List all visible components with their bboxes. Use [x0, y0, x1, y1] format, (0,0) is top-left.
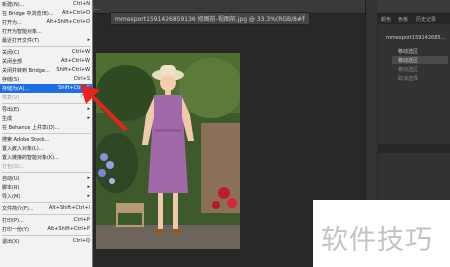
history-snapshot[interactable]: mmexport159142685... [380, 34, 450, 42]
menu-item-place-linked[interactable]: 置入链接的智能对象(K)... [0, 153, 93, 162]
tab-history[interactable]: 历史记录 [416, 16, 436, 23]
close-icon[interactable]: × [301, 14, 306, 21]
tab-color[interactable]: 颜色 [381, 16, 391, 23]
layers-panel-header [378, 144, 450, 153]
menu-item-print[interactable]: 打印(P)... Ctrl+P [0, 216, 93, 225]
watermark: 软件技巧 [313, 200, 450, 267]
history-step[interactable]: 移动选区 [392, 56, 448, 64]
menu-item-browse-bridge[interactable]: 在 Bridge 中浏览(B)... Alt+Ctrl+O [0, 9, 93, 18]
menu-separator [2, 235, 91, 236]
menu-item-search-stock[interactable]: 搜索 Adobe Stock... [0, 135, 93, 144]
document-tab-title: mmexport1591426859136 修图前-视图前.jpg @ 33.3… [115, 16, 305, 23]
menu-item-open-smart-object[interactable]: 打开为智能对象... [0, 27, 93, 36]
menu-item-open-as[interactable]: 打开为... Alt+Shift+Ctrl+O [0, 18, 93, 27]
snapshot-label: mmexport159142685... [386, 35, 446, 41]
menu-separator [2, 46, 91, 47]
document-tab[interactable]: mmexport1591426859136 修图前-视图前.jpg @ 33.3… [110, 12, 310, 25]
menu-item-import[interactable]: 导入(M) ▸ [0, 192, 93, 201]
menu-item-place-embedded[interactable]: 置入嵌入对象(L)... [0, 144, 93, 153]
menu-item-print-one[interactable]: 打印一份(Y) Alt+Shift+Ctrl+P [0, 225, 93, 234]
menu-item-close-all[interactable]: 关闭全部 Alt+Ctrl+W [0, 57, 93, 66]
menu-separator [2, 172, 91, 173]
tab-swatches[interactable]: 色板 [398, 16, 408, 23]
history-step[interactable]: 取消选择 [392, 74, 448, 82]
menu-item-exit[interactable]: 退出(X) Ctrl+Q [0, 237, 93, 246]
watermark-text: 软件技巧 [321, 225, 433, 256]
menu-separator [2, 202, 91, 203]
menu-item-file-info[interactable]: 文件简介(F)... Alt+Shift+Ctrl+I [0, 204, 93, 213]
menu-item-new[interactable]: 新建(N)... Ctrl+N [0, 0, 93, 9]
menu-separator [2, 214, 91, 215]
history-step[interactable]: 移动选区 [392, 47, 448, 55]
menu-item-close-goto-bridge[interactable]: 关闭并转到 Bridge... Shift+Ctrl+W [0, 66, 93, 75]
menu-item-scripts[interactable]: 脚本(R) ▸ [0, 183, 93, 192]
menu-item-recent-files[interactable]: 最近打开文件(T) ▸ [0, 36, 93, 45]
history-step[interactable]: 移动选区 [392, 65, 448, 73]
menu-item-package[interactable]: 打包(G)... [0, 162, 93, 171]
panel-tab-bar: 颜色 色板 历史记录 [378, 14, 450, 24]
menu-item-close[interactable]: 关闭(C) Ctrl+W [0, 48, 93, 57]
menu-item-automate[interactable]: 自动(U) ▸ [0, 174, 93, 183]
pointer-arrow-icon [80, 84, 128, 132]
